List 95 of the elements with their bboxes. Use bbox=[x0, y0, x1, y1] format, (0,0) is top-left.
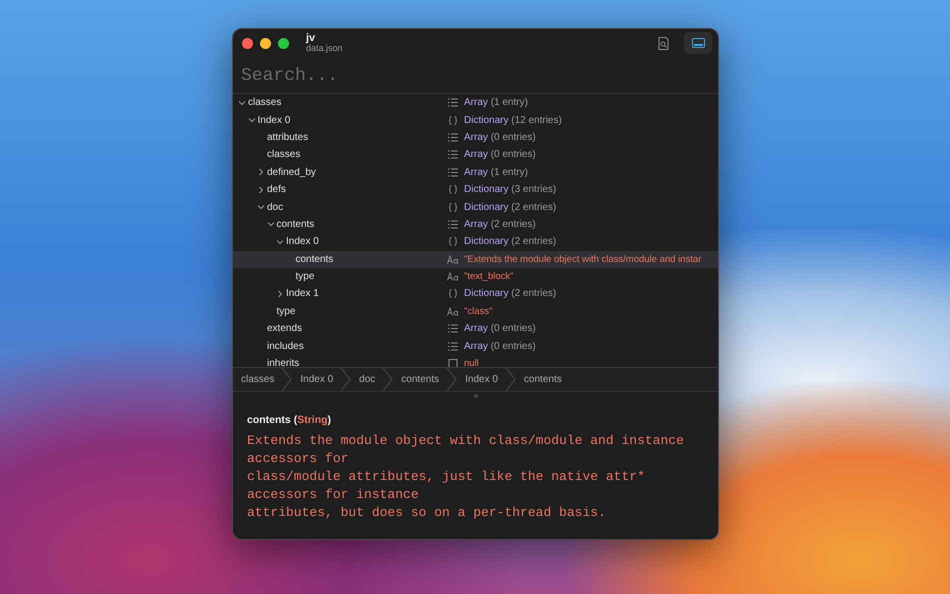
tree-row[interactable]: classes Array (0 entries) bbox=[233, 146, 718, 164]
tree-row[interactable]: type "text_block" bbox=[233, 268, 718, 286]
breadcrumb-item[interactable]: contents bbox=[393, 368, 448, 391]
tree-key: contents bbox=[276, 218, 314, 230]
tree-row[interactable]: inherits null bbox=[233, 354, 718, 367]
tree-row[interactable]: doc Dictionary (2 entries) bbox=[233, 198, 718, 216]
value-text: Dictionary (3 entries) bbox=[464, 184, 556, 196]
close-button[interactable] bbox=[242, 38, 253, 48]
breadcrumb-item[interactable]: Index 0 bbox=[292, 368, 342, 391]
value-text: Dictionary (2 entries) bbox=[464, 236, 556, 248]
panel-icon bbox=[692, 38, 704, 48]
tree-key: type bbox=[296, 271, 314, 282]
braces-icon bbox=[447, 116, 459, 125]
value-text: Dictionary (2 entries) bbox=[464, 288, 556, 300]
breadcrumb-item[interactable]: classes bbox=[233, 368, 282, 391]
tree-row[interactable]: type "class" bbox=[233, 302, 718, 320]
value-text: Array (0 entries) bbox=[464, 132, 536, 143]
list-icon bbox=[447, 324, 459, 334]
chevron-right-icon[interactable] bbox=[257, 186, 265, 194]
braces-icon bbox=[447, 185, 459, 194]
tree-key: attributes bbox=[267, 132, 308, 143]
value-text: Dictionary (12 entries) bbox=[464, 114, 562, 126]
tree-row[interactable]: contents "Extends the module object with class/module and instar bbox=[233, 250, 718, 268]
document-search-icon bbox=[658, 36, 668, 50]
detail-heading: contents (String) bbox=[247, 414, 332, 426]
value-text: Array (0 entries) bbox=[464, 340, 536, 352]
text-format-icon bbox=[447, 272, 459, 282]
tree-key: Index 1 bbox=[286, 288, 319, 300]
value-text: Array (0 entries) bbox=[464, 323, 536, 334]
chevron-down-icon[interactable] bbox=[266, 220, 274, 228]
chevron-down-icon[interactable] bbox=[238, 98, 246, 107]
tree-row[interactable]: attributes Array (0 entries) bbox=[233, 128, 718, 146]
detail-value: Extends the module object with class/module and instance accessors for class/module attributes, just like the native attr* accessors for instance attributes, but does so on a per-thread basis. bbox=[247, 432, 685, 522]
braces-icon bbox=[447, 289, 459, 298]
tree-row[interactable]: defs Dictionary (3 entries) bbox=[233, 180, 718, 198]
chevron-separator-icon bbox=[282, 368, 292, 391]
tree-row[interactable]: includes Array (0 entries) bbox=[233, 337, 718, 355]
breadcrumb-item[interactable]: Index 0 bbox=[457, 368, 506, 391]
list-icon bbox=[447, 220, 459, 229]
tree-key: contents bbox=[296, 254, 334, 265]
chevron-right-icon[interactable] bbox=[257, 168, 265, 176]
value-text: Array (1 entry) bbox=[464, 166, 528, 178]
string-value: "class" bbox=[464, 306, 492, 317]
chevron-down-icon[interactable] bbox=[257, 203, 265, 212]
empty-box-icon bbox=[447, 359, 459, 367]
list-icon bbox=[447, 132, 459, 142]
tree-key: doc bbox=[267, 202, 284, 213]
list-icon bbox=[447, 342, 459, 351]
tree-key: Index 0 bbox=[258, 114, 290, 126]
tree-key: defs bbox=[267, 184, 286, 196]
tree-row[interactable]: classes Array (1 entry) bbox=[233, 94, 718, 112]
list-icon bbox=[447, 150, 459, 160]
tree-key: includes bbox=[267, 340, 304, 352]
breadcrumb-item[interactable]: contents bbox=[516, 368, 570, 391]
tree-key: defined_by bbox=[267, 166, 316, 178]
window-subtitle: data.json bbox=[306, 44, 343, 54]
resize-handle[interactable] bbox=[474, 394, 478, 398]
list-icon bbox=[447, 98, 459, 108]
search-field[interactable]: Search... bbox=[233, 59, 718, 93]
minimize-button[interactable] bbox=[260, 38, 271, 48]
tree-row[interactable]: defined_by Array (1 entry) bbox=[233, 164, 718, 181]
list-icon bbox=[447, 168, 459, 177]
value-text: Array (1 entry) bbox=[464, 97, 528, 108]
tree-row[interactable]: Index 1 Dictionary (2 entries) bbox=[233, 285, 718, 303]
chevron-down-icon[interactable] bbox=[248, 116, 256, 124]
chevron-separator-icon bbox=[383, 368, 394, 391]
breadcrumb-item[interactable]: doc bbox=[351, 368, 384, 391]
value-text: Dictionary (2 entries) bbox=[464, 202, 556, 213]
value-text: Array (2 entries) bbox=[464, 218, 536, 230]
tree-key: extends bbox=[267, 323, 302, 334]
tree-key: classes bbox=[248, 97, 282, 108]
string-value: "Extends the module object with class/module and instar bbox=[464, 254, 702, 265]
tree-key: classes bbox=[267, 149, 300, 160]
text-format-icon bbox=[447, 254, 459, 264]
tree-row[interactable]: Index 0 Dictionary (2 entries) bbox=[233, 233, 718, 251]
braces-icon bbox=[447, 237, 459, 246]
null-value: null bbox=[464, 358, 479, 367]
value-text: Array (0 entries) bbox=[464, 149, 536, 160]
chevron-separator-icon bbox=[506, 368, 516, 391]
tree-row[interactable]: Index 0 Dictionary (12 entries) bbox=[233, 111, 718, 129]
tree-key: Index 0 bbox=[286, 236, 319, 248]
tree-row[interactable]: contents Array (2 entries) bbox=[233, 216, 718, 234]
tree-key: inherits bbox=[267, 358, 300, 367]
tree-row[interactable]: extends Array (0 entries) bbox=[233, 320, 718, 338]
braces-icon bbox=[447, 202, 459, 212]
chevron-down-icon[interactable] bbox=[276, 238, 284, 246]
chevron-right-icon[interactable] bbox=[276, 290, 284, 298]
zoom-button[interactable] bbox=[278, 38, 289, 48]
chevron-separator-icon bbox=[447, 368, 458, 391]
string-value: "text_block" bbox=[464, 271, 514, 282]
chevron-separator-icon bbox=[341, 368, 352, 391]
text-format-icon bbox=[447, 306, 459, 316]
tree-key: type bbox=[276, 306, 296, 317]
toolbar-button[interactable] bbox=[684, 32, 712, 54]
window-title: jv bbox=[306, 32, 316, 44]
